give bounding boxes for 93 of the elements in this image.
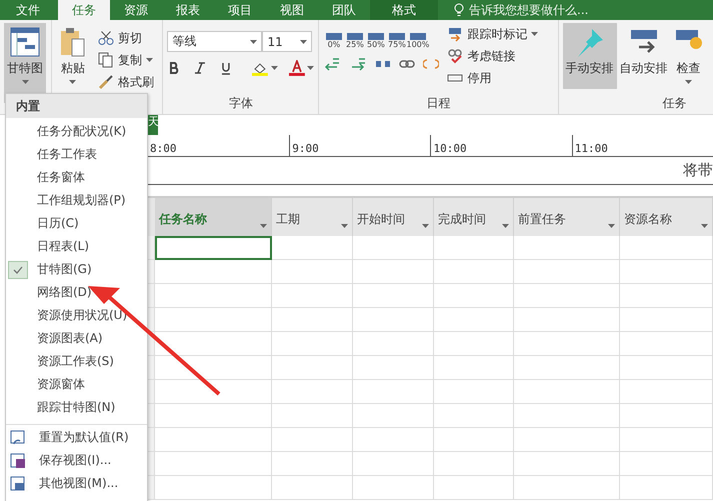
timeline-note: 将带 [148,157,713,185]
more-views-icon [10,476,26,492]
menu-item[interactable]: 日历(C) [6,212,147,235]
caret-icon [300,40,308,44]
group-label: 任务 [662,95,688,112]
column-header[interactable]: 工期 [272,198,353,236]
font-name-field[interactable]: 等线 [167,31,262,52]
respect-links-button[interactable]: 考虑链接 [447,45,538,67]
caret-icon [69,80,76,84]
caret-icon [608,224,615,228]
column-header[interactable]: 完成时间 [434,198,514,236]
menu-item[interactable]: 日程表(L) [6,235,147,258]
ribbon-tab[interactable]: 格式 [370,0,438,20]
inspect-button[interactable]: 检查 [670,23,707,89]
menu-item[interactable]: 其他视图(M)... [6,472,147,495]
caret-icon [250,40,258,44]
tell-me-field[interactable]: 告诉我您想要做什么... [438,0,588,20]
caret-icon [270,66,278,70]
group-label: 日程 [426,95,452,112]
unlink-icon [423,57,440,71]
menu-item[interactable]: 甘特图(G) [6,258,147,281]
task-bar-icon [326,33,342,40]
mark-on-track-button[interactable]: 跟踪时标记 [447,23,538,45]
underline-icon [219,61,233,75]
menu-item[interactable]: 任务分配状况(K) [6,120,147,143]
ribbon-tab[interactable]: 文件 [0,0,58,20]
ribbon-tab[interactable]: 资源 [110,0,162,20]
percent-complete-button[interactable]: 100% [407,33,428,49]
caret-icon [307,66,314,70]
group-label: 字体 [228,95,254,112]
task-bar-icon [368,33,384,40]
time-tick-label: 8:00 [149,141,178,156]
caret-icon [341,224,348,228]
menu-section-header: 内置 [6,94,147,118]
schedule-mode-button[interactable]: 手动安排 [562,23,617,89]
ribbon-tab[interactable]: 项目 [214,0,266,20]
link-check-icon [447,48,464,64]
cut-button[interactable]: 剪切 [98,27,154,49]
menu-item[interactable]: 工作组规划器(P) [6,189,147,212]
ribbon-tab[interactable]: 视图 [266,0,318,20]
task-bar-icon [388,33,405,40]
task-bar-icon [410,33,426,40]
lightbulb-icon [454,3,464,17]
menu-item[interactable]: 跟踪甘特图(N) [6,396,147,419]
time-tick-label: 11:00 [572,135,713,156]
paintbrush-icon [98,74,114,90]
column-header[interactable]: 资源名称 [620,198,713,236]
caret-icon [146,58,153,62]
menu-item[interactable]: 资源工作表(S) [6,350,147,373]
time-tick-label: 10:00 [430,135,572,156]
ribbon-tab[interactable]: 报表 [162,0,214,20]
font-color-icon [288,60,306,76]
copy-button[interactable]: 复制 [98,49,154,71]
inactivate-button[interactable]: 停用 [447,67,538,89]
caret-icon [422,224,429,228]
percent-complete-button[interactable]: 0% [323,33,344,49]
menu-item[interactable]: 资源图表(A) [6,327,147,350]
ribbon-tab[interactable]: 任务 [58,0,110,20]
menu-item[interactable]: 保存视图(I)... [6,449,147,472]
column-header[interactable]: 前置任务 [514,198,620,236]
caret-icon [260,224,267,228]
caret-icon [22,80,28,84]
font-size-field[interactable]: 11 [262,31,312,52]
percent-complete-button[interactable]: 75% [386,33,408,49]
menu-item[interactable]: 任务窗体 [6,166,147,189]
italic-icon [193,61,208,75]
schedule-mode-button[interactable]: 自动安排 [616,23,671,89]
clipboard-icon [58,27,87,57]
column-header[interactable]: 任务名称 [155,198,272,236]
menu-item[interactable]: 资源窗体 [6,373,147,396]
menu-item[interactable]: 网络图(D) [6,281,147,304]
copy-icon [98,52,114,68]
menu-item[interactable]: 任务工作表 [6,143,147,166]
task-bar-icon [346,33,363,40]
time-tick-label: 9:00 [289,135,430,156]
format-painter-button[interactable]: 格式刷 [98,71,154,93]
indent-icon [349,57,368,71]
outdent-icon [323,57,342,71]
paste-button[interactable]: 粘贴 [56,23,90,89]
save-view-icon [10,452,26,468]
column-header[interactable]: 开始时间 [353,198,434,236]
ribbon-tab[interactable]: 团队 [318,0,370,20]
caret-icon [531,32,538,36]
percent-complete-button[interactable]: 50% [365,33,386,49]
gantt-chart-icon [10,27,40,57]
caret-icon [701,224,708,228]
scissors-icon [98,30,114,46]
track-marker-icon [447,26,464,42]
percent-complete-button[interactable]: 25% [344,33,366,49]
menu-item[interactable]: 重置为默认值(R) [6,426,147,449]
caret-icon [685,80,692,84]
reset-view-icon [10,430,26,446]
caret-icon [502,224,509,228]
